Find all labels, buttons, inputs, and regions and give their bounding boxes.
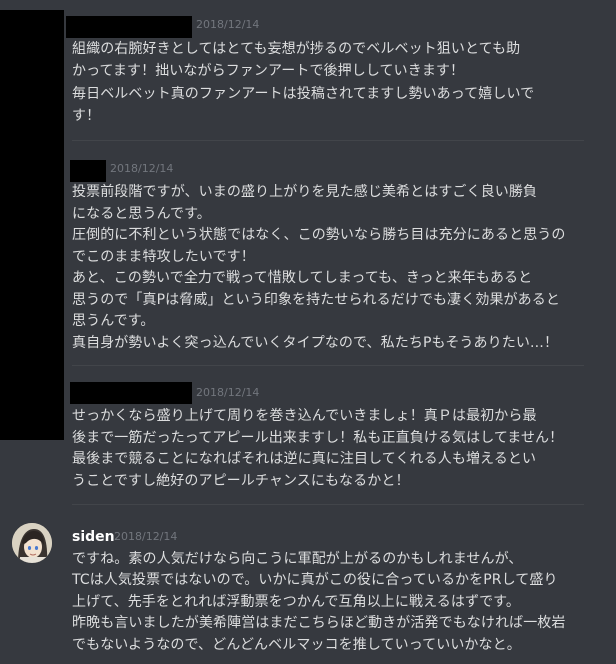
redacted-avatars [0,10,64,440]
message-line: 後まで一筋だったってアピール出来ますし！私も正直負ける気はしてません！ [72,430,564,446]
message-divider [72,140,584,141]
redacted-username [70,160,106,182]
redacted-username [70,382,192,404]
message-line: 組織の右腕好きとしてはとても妄想が捗るのでベルベット狙いとても助 [72,41,521,57]
message-line: 思うんです。 [72,313,155,329]
timestamp: 2018/12/14 [110,162,174,175]
timestamp: 2018/12/14 [114,530,178,543]
message-line: 毎日ベルベット真のファンアートは投稿されてますし勢いあって嬉しいで [72,86,535,102]
message-line: 最後まで競ることになればそれは逆に真に注目してくれる人も増えるとい [72,451,537,467]
message-line: 投票前段階ですが、いまの盛り上がりを見た感じ美希とはすごく良い勝負 [72,184,538,200]
redacted-username [66,16,192,38]
message-line: 昨晩も言いましたが美希陣営はまだこちらほど動きが活発でもなければ一枚岩 [72,615,566,631]
message-divider [72,365,584,366]
avatar-icon [12,523,52,563]
message-line: うことですし絶好のアピールチャンスにもなるかと！ [72,473,410,489]
message-line: かってます！拙いながらファンアートで後押ししていきます！ [72,63,465,79]
message-divider [72,504,584,505]
message-line: でもないようなので、どんどんベルマッコを推していっていいかなと。 [72,637,521,653]
username[interactable]: siden [72,526,115,548]
timestamp: 2018/12/14 [196,18,260,31]
message-line: 上げて、先手をとれれば浮動票をつかんで互角以上に戦えるはずです。 [72,594,520,610]
message-line: ですね。素の人気だけなら向こうに軍配が上がるのかもしれませんが、 [72,551,523,567]
message-line: あと、この勢いで全力で戦って惜敗してしまっても、きっと来年もあると [72,270,533,286]
message-line: 真自身が勢いよく突っ込んでいくタイプなので、私たちPもそうありたい…！ [72,335,559,351]
message-line: せっかくなら盛り上げて周りを巻き込んでいきましょ！真Ｐは最初から最 [72,408,537,424]
message-line: す！ [72,108,101,124]
timestamp: 2018/12/14 [196,386,260,399]
message-line: 思うので「真Pは脅威」という印象を持たせられるだけでも凄く効果があると [72,292,560,308]
message-line: になると思うんです。 [72,206,211,222]
chat-messages: 2018/12/14 組織の右腕好きとしてはとても妄想が捗るのでベルベット狙いと… [0,0,616,664]
message-line: でこのまま特攻したいです！ [72,249,255,265]
message-line: TCは人気投票ではないので。いかに真がこの役に合っているかをPRして盛り [72,572,558,588]
user-avatar[interactable] [12,523,52,563]
message-line: 圧倒的に不利という状態ではなく、この勢いなら勝ち目は充分にあると思うの [72,227,566,243]
